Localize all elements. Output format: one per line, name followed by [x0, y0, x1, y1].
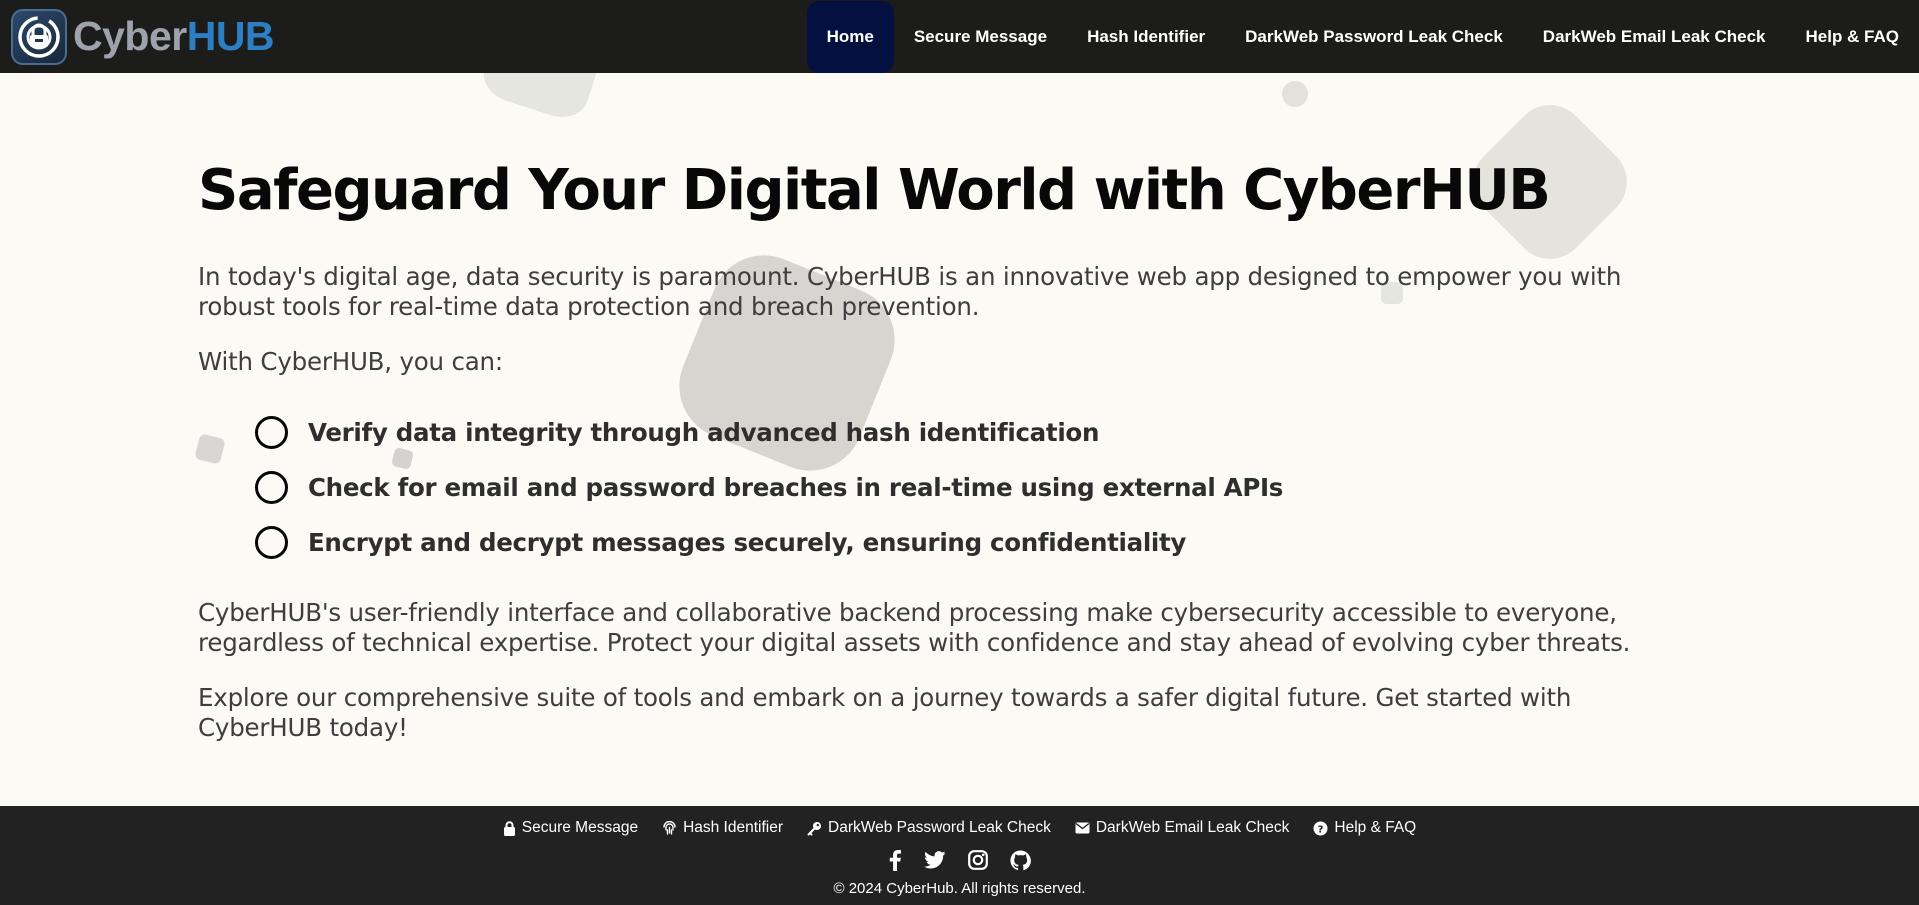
github-icon[interactable]	[1010, 849, 1031, 871]
svg-text:?: ?	[1318, 824, 1324, 835]
footer-link-help-faq[interactable]: ? Help & FAQ	[1313, 819, 1416, 837]
lock-shield-icon	[11, 8, 67, 65]
nav-home[interactable]: Home	[806, 0, 894, 73]
top-navbar: CyberHUB Home Secure Message Hash Identi…	[0, 0, 1919, 73]
list-item: Encrypt and decrypt messages securely, e…	[255, 515, 1698, 570]
nav-darkweb-password-leak-check[interactable]: DarkWeb Password Leak Check	[1225, 0, 1523, 73]
circle-bullet-icon	[255, 525, 288, 559]
footer-link-hash-identifier[interactable]: Hash Identifier	[662, 819, 783, 837]
brand-name: CyberHUB	[73, 13, 275, 59]
twitter-icon[interactable]	[924, 851, 946, 869]
circle-bullet-icon	[255, 415, 288, 449]
envelope-icon	[1075, 822, 1090, 834]
footer: Secure Message Hash Identifier DarkWeb P…	[0, 806, 1919, 905]
key-icon	[807, 821, 822, 835]
main-content: Safeguard Your Digital World with CyberH…	[198, 73, 1698, 743]
list-item: Check for email and password breaches in…	[255, 460, 1698, 515]
nav-secure-message[interactable]: Secure Message	[894, 0, 1067, 73]
list-item: Verify data integrity through advanced h…	[255, 405, 1698, 460]
feature-list: Verify data integrity through advanced h…	[255, 405, 1698, 570]
features-lead: With CyberHUB, you can:	[198, 346, 503, 376]
intro-paragraph: In today's digital age, data security is…	[198, 261, 1622, 321]
lock-icon	[503, 820, 515, 836]
footer-link-darkweb-password-leak-check[interactable]: DarkWeb Password Leak Check	[807, 819, 1051, 837]
question-circle-icon: ?	[1313, 821, 1328, 835]
nav-help-faq[interactable]: Help & FAQ	[1785, 0, 1919, 73]
fingerprint-icon	[663, 820, 676, 835]
copyright-text: © 2024 CyberHub. All rights reserved.	[833, 880, 1086, 897]
page-title: Safeguard Your Digital World with CyberH…	[198, 158, 1551, 223]
accessibility-paragraph: CyberHUB's user-friendly interface and c…	[198, 597, 1631, 657]
nav-menu: Home Secure Message Hash Identifier Dark…	[806, 0, 1919, 73]
facebook-icon[interactable]	[888, 849, 902, 871]
brand-logo-link[interactable]: CyberHUB	[11, 0, 275, 73]
circle-bullet-icon	[255, 470, 288, 504]
footer-link-darkweb-email-leak-check[interactable]: DarkWeb Email Leak Check	[1075, 819, 1289, 837]
instagram-icon[interactable]	[968, 850, 988, 870]
footer-link-secure-message[interactable]: Secure Message	[503, 819, 638, 837]
footer-nav: Secure Message Hash Identifier DarkWeb P…	[0, 817, 1919, 839]
nav-hash-identifier[interactable]: Hash Identifier	[1067, 0, 1225, 73]
nav-darkweb-email-leak-check[interactable]: DarkWeb Email Leak Check	[1523, 0, 1786, 73]
explore-paragraph: Explore our comprehensive suite of tools…	[198, 682, 1572, 742]
social-links	[0, 847, 1919, 873]
